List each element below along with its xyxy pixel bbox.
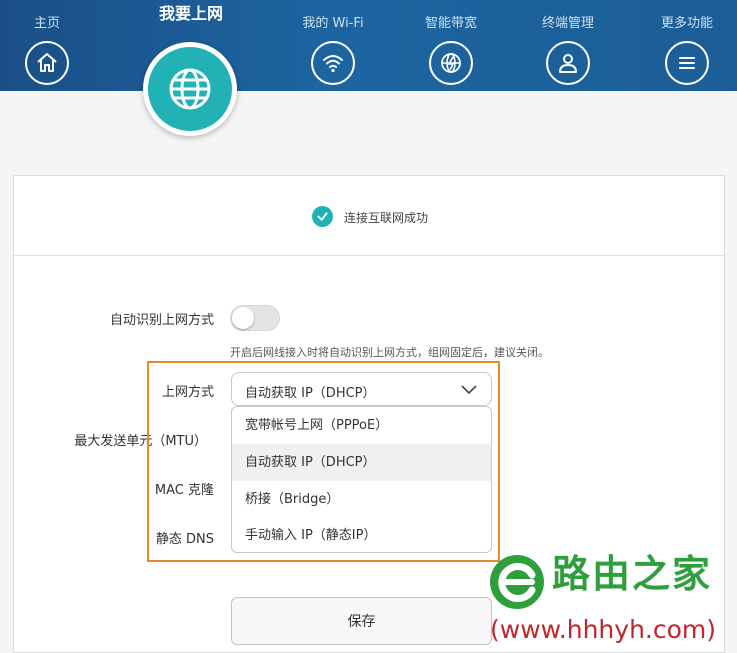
nav-label-devices: 终端管理 [541,16,594,31]
auto-detect-toggle[interactable] [230,305,280,331]
connection-mode-label: 上网方式 [161,385,214,400]
auto-detect-hint: 开启后网线接入时将自动识别上网方式，组网固定后，建议关闭。 [230,346,549,359]
nav-label-wifi: 我的 Wi-Fi [302,16,364,31]
option-pppoe[interactable]: 宽带帐号上网（PPPoE） [232,407,491,444]
mac-clone-label: MAC 克隆 [154,483,214,498]
static-dns-label: 静态 DNS [155,532,214,547]
watermark-logo [490,555,544,609]
connection-mode-dropdown: 宽带帐号上网（PPPoE） 自动获取 IP（DHCP） 桥接（Bridge） 手… [231,406,492,553]
nav-item-wifi[interactable]: 我的 Wi-Fi [278,0,388,85]
connection-status-row: 连接互联网成功 [14,176,724,256]
wifi-icon [311,41,355,85]
globe-icon [169,68,211,110]
nav-item-bandwidth[interactable]: 智能带宽 [396,0,506,85]
nav-label-bandwidth: 智能带宽 [424,16,477,31]
nav-label-internet: 我要上网 [158,4,223,23]
option-bridge[interactable]: 桥接（Bridge） [232,481,491,518]
home-icon [25,41,69,85]
chevron-down-icon [461,385,477,395]
watermark-url: (www.hhhyh.com) [490,615,717,644]
connection-mode-value: 自动获取 IP（DHCP） [245,386,376,401]
connection-status-text: 连接互联网成功 [344,211,429,225]
watermark-title: 路由之家 [552,552,713,596]
connection-mode-select[interactable]: 自动获取 IP（DHCP） [231,372,492,406]
nav-item-home[interactable]: 主页 [0,0,102,85]
toggle-knob [232,307,254,329]
mtu-label: 最大发送单元（MTU） [74,434,207,449]
nav-label-more: 更多功能 [660,16,713,31]
nav-item-internet[interactable] [143,42,237,136]
nav-label-home: 主页 [33,16,60,31]
option-dhcp[interactable]: 自动获取 IP（DHCP） [232,444,491,481]
nav-item-more[interactable]: 更多功能 [632,0,737,85]
auto-detect-label: 自动识别上网方式 [109,313,214,328]
check-icon [312,206,333,227]
save-button[interactable]: 保存 [231,597,492,645]
top-nav-bar: 主页 我的 Wi-Fi 智能带宽 终端管理 更多功能 [0,0,737,91]
option-static-ip[interactable]: 手动输入 IP（静态IP） [232,517,491,552]
user-icon [546,41,590,85]
nav-item-devices[interactable]: 终端管理 [513,0,623,85]
bandwidth-globe-icon [429,41,473,85]
menu-icon [665,41,709,85]
